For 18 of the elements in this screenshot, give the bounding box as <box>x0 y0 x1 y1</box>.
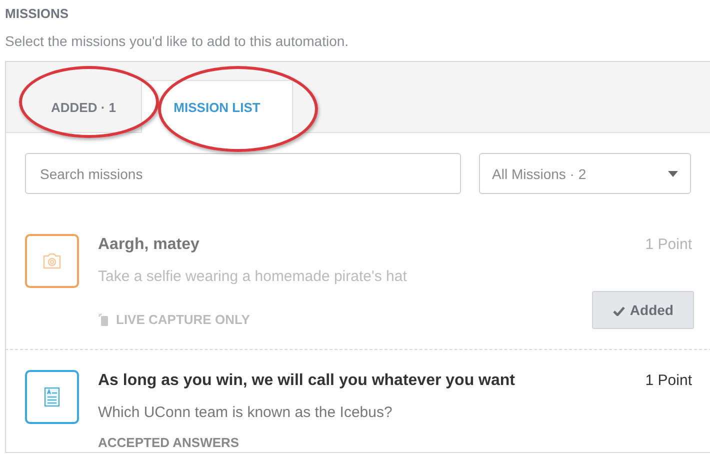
mission-note: ACCEPTED ANSWERS <box>98 435 240 450</box>
caret-icon <box>668 170 678 176</box>
mission-title: Aargh, matey <box>98 236 200 254</box>
filter-dropdown[interactable]: All Missions · 2 <box>479 153 691 194</box>
check-icon <box>612 306 625 316</box>
mission-description: Which UConn team is known as the Icebus? <box>98 404 394 421</box>
mission-note: LIVE CAPTURE ONLY <box>116 312 250 327</box>
mission-description: Take a selfie wearing a homemade pirate's hat <box>98 268 408 285</box>
search-field[interactable]: Search missions <box>25 153 461 194</box>
section-subtitle: Select the missions you'd like to add to this automation. <box>5 33 350 49</box>
section-title: MISSIONS <box>5 6 70 21</box>
added-button[interactable]: Added <box>592 291 694 329</box>
mission-title: As long as you win, we will call you whatever you want <box>98 372 515 390</box>
mission-points: 1 Point <box>645 372 692 389</box>
tab[interactable]: ADDED · 1 <box>26 80 142 133</box>
mission-points: 1 Point <box>645 236 692 253</box>
tab[interactable]: MISSION LIST <box>141 80 294 133</box>
phone-icon <box>98 313 109 326</box>
